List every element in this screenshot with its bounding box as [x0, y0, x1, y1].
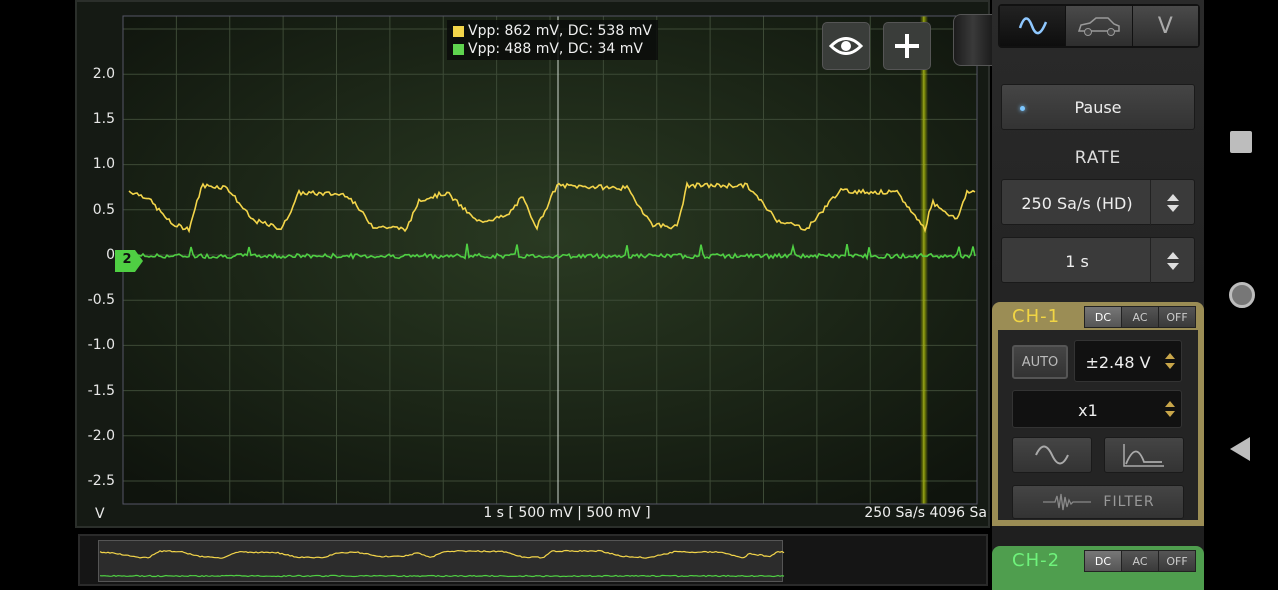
eye-icon [829, 37, 863, 55]
ch2-swatch [453, 43, 464, 55]
y-tick-label: 1.5 [92, 111, 115, 127]
ch1-coupling: DC AC OFF [1084, 306, 1196, 328]
ch2-title: CH-2 [1012, 550, 1061, 571]
home-icon[interactable] [1229, 282, 1255, 308]
scope-wave-icon [1018, 17, 1047, 35]
y-tick-label: -0.5 [87, 292, 115, 308]
fft-icon [1123, 444, 1164, 467]
y-tick-label: -2.0 [87, 428, 115, 444]
cursor-highlight [920, 16, 928, 504]
pause-button[interactable]: Pause [1001, 84, 1195, 130]
ch1-measurement: Vpp: 862 mV, DC: 538 mV [468, 23, 652, 39]
control-panel: V Pause RATE 250 Sa/s (HD) 1 s CH-1 DC A… [992, 0, 1204, 590]
ch1-fft-button[interactable] [1104, 437, 1184, 473]
ch1-wave-button[interactable] [1012, 437, 1092, 473]
ch2-off-button[interactable]: OFF [1159, 551, 1195, 571]
y-tick-label: -1.5 [87, 383, 115, 399]
y-tick-label: 2.0 [92, 66, 115, 82]
updown-icon[interactable] [1150, 180, 1194, 226]
timebase-readout: 1 s [ 500 mV | 500 mV ] [483, 505, 651, 521]
plot-area[interactable] [77, 2, 988, 526]
visibility-button[interactable] [822, 22, 870, 70]
noise-wave-icon [1043, 493, 1092, 511]
ch2-level-marker[interactable]: 2 [115, 250, 145, 272]
sample-readout: 250 Sa/s 4096 Sa [864, 505, 987, 521]
back-icon[interactable] [1230, 437, 1250, 461]
tab-voltmeter[interactable]: V [1132, 6, 1198, 46]
y-tick-label: 1.0 [92, 156, 115, 172]
ch2-measurement: Vpp: 488 mV, DC: 34 mV [468, 41, 644, 57]
timebase-selector[interactable]: 1 s [1001, 237, 1195, 284]
overview-traces [99, 549, 785, 578]
updown-icon[interactable] [1150, 238, 1194, 284]
ch2-ac-button[interactable]: AC [1122, 551, 1159, 571]
scope-display[interactable]: 2.0 1.5 1.0 0.5 0 -0.5 -1.0 -1.5 -2.0 -2… [75, 0, 993, 528]
mode-tabs: V [998, 4, 1200, 48]
updown-icon[interactable] [1161, 341, 1179, 381]
ch2-coupling: DC AC OFF [1084, 550, 1196, 572]
car-icon [1077, 17, 1120, 36]
ch1-auto-button[interactable]: AUTO [1012, 345, 1068, 379]
y-unit-label: V [95, 506, 105, 522]
overview-strip[interactable] [78, 534, 988, 586]
overview-ch1-trace [99, 549, 785, 559]
tab-scope[interactable] [1000, 6, 1067, 46]
ch2-dc-button[interactable]: DC [1085, 551, 1122, 571]
y-tick-label: 0.5 [92, 202, 115, 218]
overview-ch2-trace [99, 574, 785, 578]
y-tick-label: 0 [106, 247, 115, 263]
ch1-swatch [453, 25, 464, 37]
ch1-probe-selector[interactable]: x1 [1012, 390, 1182, 428]
ch1-filter-button[interactable]: FILTER [1012, 485, 1184, 519]
ch2-panel: CH-2 DC AC OFF [992, 546, 1204, 590]
android-nav-bar [1206, 0, 1278, 590]
measurement-legend: Vpp: 862 mV, DC: 538 mV Vpp: 488 mV, DC:… [447, 20, 658, 60]
y-tick-label: -2.5 [87, 473, 115, 489]
ch1-title: CH-1 [1012, 306, 1061, 327]
plus-icon [895, 34, 919, 58]
ch1-dc-button[interactable]: DC [1085, 307, 1122, 327]
ch1-off-button[interactable]: OFF [1159, 307, 1195, 327]
rate-selector[interactable]: 250 Sa/s (HD) [1001, 179, 1195, 226]
y-tick-label: -1.0 [87, 337, 115, 353]
sine-wave-icon [1035, 445, 1069, 465]
tab-automotive[interactable] [1066, 6, 1133, 46]
recents-icon[interactable] [1230, 131, 1252, 153]
ch1-range-selector[interactable]: ±2.48 V [1074, 340, 1182, 382]
run-indicator [1020, 106, 1025, 111]
drawer-handle[interactable] [953, 14, 993, 66]
updown-icon[interactable] [1161, 391, 1179, 427]
rate-label: RATE [1074, 148, 1122, 168]
ch1-ac-button[interactable]: AC [1122, 307, 1159, 327]
add-button[interactable] [883, 22, 931, 70]
